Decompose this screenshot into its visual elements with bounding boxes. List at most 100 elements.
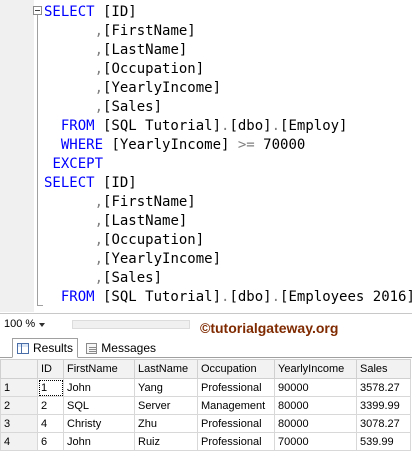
code-token: , — [94, 251, 104, 267]
table-cell[interactable]: 3078.27 — [356, 414, 411, 433]
table-cell[interactable]: Professional — [197, 432, 275, 451]
grid-icon — [17, 342, 29, 354]
results-table: ID FirstName LastName Occupation YearlyI… — [0, 359, 411, 451]
code-line: SELECT [ID] — [44, 3, 137, 22]
code-token: . — [271, 118, 281, 134]
table-cell[interactable]: Management — [197, 396, 275, 415]
table-cell[interactable]: Professional — [197, 414, 275, 433]
code-token: WHERE — [60, 137, 104, 153]
collapse-toggle-icon[interactable] — [33, 6, 42, 15]
table-cell[interactable]: 70000 — [274, 432, 357, 451]
code-token: , — [94, 80, 104, 96]
row-number: 3 — [0, 414, 38, 433]
table-row[interactable]: 4 6 John Ruiz Professional 70000 539.99 — [0, 432, 411, 451]
table-cell[interactable]: 4 — [37, 414, 64, 433]
code-line: ,[YearlyIncome] — [44, 79, 221, 98]
table-cell[interactable]: 90000 — [274, 378, 357, 397]
code-token: FROM — [60, 289, 95, 305]
table-cell[interactable]: Professional — [197, 378, 275, 397]
code-line: ,[Occupation] — [44, 231, 205, 250]
table-cell[interactable]: 539.99 — [356, 432, 411, 451]
table-cell[interactable]: 80000 — [274, 396, 357, 415]
table-cell[interactable]: 3399.99 — [356, 396, 411, 415]
table-cell[interactable]: Server — [134, 396, 198, 415]
row-number: 4 — [0, 432, 38, 451]
outline-line — [37, 15, 38, 305]
table-cell[interactable]: SQL — [63, 396, 135, 415]
code-token: [FirstName] — [103, 194, 196, 210]
table-cell[interactable]: Zhu — [134, 414, 198, 433]
table-cell[interactable]: 3578.27 — [356, 378, 411, 397]
table-cell[interactable]: 80000 — [274, 414, 357, 433]
code-line: ,[Occupation] — [44, 60, 205, 79]
code-token: , — [94, 270, 104, 286]
column-header[interactable]: Sales — [356, 359, 411, 379]
table-cell[interactable]: Yang — [134, 378, 198, 397]
code-token: , — [94, 99, 104, 115]
tab-messages[interactable]: Messages — [82, 338, 160, 358]
code-token: , — [94, 23, 104, 39]
query-editor[interactable]: SELECT [ID] ,[FirstName] ,[LastName] ,[O… — [0, 0, 412, 312]
code-line: WHERE [YearlyIncome] >= 70000 — [44, 136, 305, 155]
column-header[interactable]: LastName — [134, 359, 198, 379]
code-token: [SQL Tutorial] — [94, 118, 222, 134]
code-line: ,[FirstName] — [44, 22, 196, 41]
horizontal-scrollbar[interactable] — [72, 320, 190, 329]
code-token: [dbo] — [229, 118, 272, 134]
code-line: SELECT [ID] — [44, 174, 137, 193]
table-cell[interactable]: John — [63, 432, 135, 451]
code-token: [YearlyIncome] — [103, 80, 222, 96]
table-cell[interactable]: 6 — [37, 432, 64, 451]
code-token: [Employees 2016] — [280, 289, 412, 305]
column-header[interactable]: YearlyIncome — [274, 359, 357, 379]
column-header[interactable]: FirstName — [63, 359, 135, 379]
code-token: . — [271, 289, 281, 305]
column-header[interactable]: Occupation — [197, 359, 275, 379]
editor-gutter — [0, 0, 34, 312]
table-cell[interactable]: Ruiz — [134, 432, 198, 451]
table-row[interactable]: 2 2 SQL Server Management 80000 3399.99 — [0, 396, 411, 415]
code-token: [FirstName] — [103, 23, 196, 39]
table-cell[interactable]: 2 — [37, 396, 64, 415]
code-token: , — [94, 42, 104, 58]
zoom-select[interactable]: 100 % — [4, 317, 46, 332]
table-row[interactable]: 1 1 John Yang Professional 90000 3578.27 — [0, 378, 411, 397]
table-cell[interactable]: Christy — [63, 414, 135, 433]
code-token: , — [94, 194, 104, 210]
watermark: ©tutorialgateway.org — [200, 320, 339, 336]
chevron-down-icon — [39, 322, 46, 327]
code-token: [YearlyIncome] — [103, 251, 222, 267]
table-row[interactable]: 3 4 Christy Zhu Professional 80000 3078.27 — [0, 414, 411, 433]
table-cell[interactable]: 1 — [37, 378, 64, 397]
code-token: [YearlyIncome] — [103, 137, 238, 153]
row-number: 1 — [0, 378, 38, 397]
tab-messages-label: Messages — [101, 341, 156, 355]
tab-results-label: Results — [32, 341, 73, 355]
code-line: ,[FirstName] — [44, 193, 196, 212]
code-token: , — [94, 61, 104, 77]
code-line: ,[YearlyIncome] — [44, 250, 221, 269]
code-token: [LastName] — [103, 42, 188, 58]
code-token: [SQL Tutorial] — [94, 289, 222, 305]
code-token: [Occupation] — [103, 61, 205, 77]
messages-icon — [86, 342, 98, 354]
tab-results[interactable]: Results — [12, 338, 78, 358]
results-grid[interactable]: ID FirstName LastName Occupation YearlyI… — [0, 359, 412, 452]
code-token: [ID] — [94, 4, 137, 20]
table-cell[interactable]: John — [63, 378, 135, 397]
code-token: , — [94, 232, 104, 248]
column-header[interactable]: ID — [37, 359, 64, 379]
zoom-value: 100 % — [4, 318, 36, 330]
code-line: EXCEPT — [44, 155, 103, 174]
code-token: 70000 — [254, 137, 306, 153]
code-token: , — [94, 213, 104, 229]
code-line: FROM [SQL Tutorial].[dbo].[Employees 201… — [44, 288, 412, 307]
